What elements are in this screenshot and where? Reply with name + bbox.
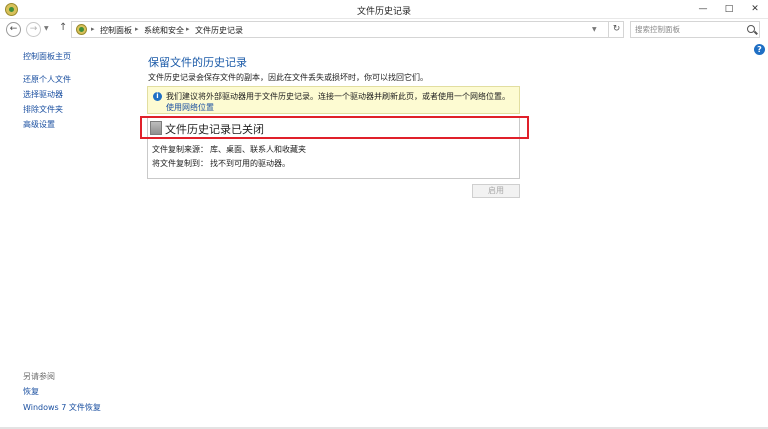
sidebar-link-select-drive[interactable]: 选择驱动器 [23, 89, 63, 100]
recent-locations-chevron-icon[interactable]: ▼ [44, 25, 49, 32]
use-network-location-link[interactable]: 使用网络位置 [166, 102, 214, 113]
drive-icon [150, 121, 162, 135]
breadcrumb-separator-icon[interactable]: ▸ [91, 25, 95, 33]
copy-to-value: 找不到可用的驱动器。 [210, 159, 290, 168]
search-box[interactable] [630, 21, 760, 38]
info-banner: i 我们建议将外部驱动器用于文件历史记录。连接一个驱动器并刷新此页，或者使用一个… [147, 86, 520, 114]
breadcrumb-system-security[interactable]: 系统和安全 [144, 25, 184, 36]
window-title: 文件历史记录 [356, 7, 411, 17]
copy-from-value: 库、桌面、联系人和收藏夹 [210, 145, 306, 154]
breadcrumb-control-panel[interactable]: 控制面板 [100, 25, 132, 36]
sidebar-link-windows7-file-recovery[interactable]: Windows 7 文件恢复 [23, 402, 101, 413]
breadcrumb-file-history[interactable]: 文件历史记录 [195, 25, 243, 36]
sidebar-link-control-panel-home[interactable]: 控制面板主页 [23, 51, 71, 62]
enable-button[interactable]: 启用 [472, 184, 520, 198]
info-banner-text: 我们建议将外部驱动器用于文件历史记录。连接一个驱动器并刷新此页，或者使用一个网络… [166, 92, 510, 101]
status-panel: 文件历史记录已关闭 文件复制来源： 库、桌面、联系人和收藏夹 将文件复制到： 找… [147, 117, 520, 179]
breadcrumb-separator-icon[interactable]: ▸ [135, 25, 139, 33]
title-bar: 文件历史记录 — □ ✕ [0, 0, 768, 19]
forward-button[interactable]: → [26, 22, 41, 37]
status-title: 文件历史记录已关闭 [165, 123, 264, 136]
copy-from-label: 文件复制来源： [152, 145, 208, 154]
copy-to-label: 将文件复制到： [152, 159, 208, 168]
status-header: 文件历史记录已关闭 [148, 118, 519, 138]
minimize-button[interactable]: — [690, 0, 716, 19]
control-panel-icon [76, 24, 87, 35]
address-history-chevron-icon[interactable]: ▼ [592, 26, 597, 33]
back-button[interactable]: ← [6, 22, 21, 37]
info-icon: i [153, 92, 162, 101]
breadcrumb-separator-icon[interactable]: ▸ [186, 25, 190, 33]
see-also-heading: 另请参阅 [23, 372, 55, 381]
page-description: 文件历史记录会保存文件的副本，因此在文件丢失或损坏时，你可以找回它们。 [148, 73, 428, 82]
maximize-button[interactable]: □ [716, 0, 742, 19]
refresh-button[interactable]: ↻ [608, 22, 624, 37]
address-bar[interactable]: ▸ 控制面板 ▸ 系统和安全 ▸ 文件历史记录 ▼ ↻ [71, 21, 624, 38]
sidebar-link-restore-files[interactable]: 还原个人文件 [23, 74, 71, 85]
sidebar-link-exclude-folders[interactable]: 排除文件夹 [23, 104, 63, 115]
up-button[interactable]: ↑ [59, 22, 67, 33]
help-icon[interactable]: ? [754, 44, 765, 55]
search-icon[interactable] [747, 25, 755, 33]
navigation-bar: ← → ▼ ↑ ▸ 控制面板 ▸ 系统和安全 ▸ 文件历史记录 ▼ ↻ [0, 20, 768, 40]
close-button[interactable]: ✕ [742, 0, 768, 19]
search-input[interactable] [635, 24, 743, 35]
sidebar-link-recovery[interactable]: 恢复 [23, 386, 39, 397]
sidebar-link-advanced-settings[interactable]: 高级设置 [23, 119, 55, 130]
page-title: 保留文件的历史记录 [148, 56, 247, 69]
